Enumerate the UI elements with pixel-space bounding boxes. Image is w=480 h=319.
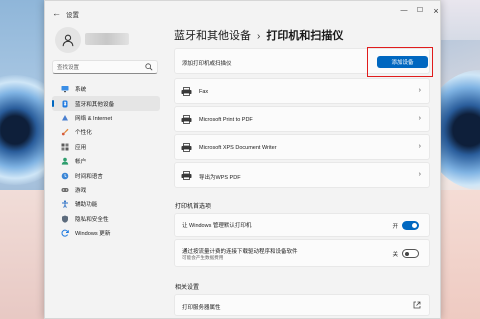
external-link-icon (413, 301, 421, 309)
sidebar-item-accessibility[interactable]: 辅助功能 (52, 197, 160, 211)
metered-download-toggle[interactable] (402, 249, 419, 258)
window-title: 设置 (66, 12, 79, 19)
printer-icon (181, 143, 192, 152)
sidebar-nav: 系统 蓝牙和其他设备 网络 & Internet 个性化 应用 帐户 时间和语言 (52, 82, 160, 240)
print-server-properties-link[interactable]: 打印服务器属性 (174, 294, 430, 316)
sidebar-item-privacy[interactable]: 隐私和安全性 (52, 212, 160, 226)
breadcrumb-parent[interactable]: 蓝牙和其他设备 (174, 30, 251, 42)
section-heading-related: 相关设置 (175, 285, 200, 291)
username-blurred (85, 33, 129, 45)
sidebar-item-label: 个性化 (75, 130, 92, 137)
monitor-icon (61, 85, 69, 93)
wifi-icon (61, 114, 69, 122)
apps-icon (61, 143, 69, 151)
chevron-right-icon: › (418, 115, 421, 122)
printer-name: Fax (199, 89, 209, 95)
metered-download-setting: 通过按流量计费的连接下载驱动程序和设备软件 可能会产生数据费用 关 (174, 239, 430, 267)
title-bar: ← 设置 — ☐ × (45, 1, 440, 25)
gamepad-icon (61, 186, 69, 194)
sidebar-item-network[interactable]: 网络 & Internet (52, 111, 160, 125)
printer-item-pdf[interactable]: Microsoft Print to PDF › (174, 106, 430, 132)
setting-label: 让 Windows 管理默认打印机 (182, 223, 252, 229)
printer-name: Microsoft Print to PDF (199, 117, 253, 123)
sidebar-item-label: 应用 (75, 144, 87, 151)
sidebar-item-label: 时间和语言 (75, 173, 103, 180)
sidebar-item-label: 系统 (75, 87, 87, 94)
bluetooth-icon (61, 100, 69, 108)
printer-name: 导出为WPS PDF (199, 175, 241, 181)
sidebar-item-label: 隐私和安全性 (75, 216, 109, 223)
printer-item-xps[interactable]: Microsoft XPS Document Writer › (174, 134, 430, 160)
sidebar-item-personalization[interactable]: 个性化 (52, 125, 160, 139)
section-heading-printer-prefs: 打印机首选项 (175, 204, 212, 210)
breadcrumb-separator: › (257, 31, 261, 42)
breadcrumb: 蓝牙和其他设备 › 打印机和扫描仪 (174, 27, 343, 43)
sidebar-item-label: Windows 更新 (75, 231, 111, 238)
default-printer-setting: 让 Windows 管理默认打印机 开 (174, 213, 430, 237)
settings-window: ← 设置 — ☐ × 系统 蓝牙和其他设备 网络 & Internet 个性化 (44, 0, 441, 319)
globe-clock-icon (61, 172, 69, 180)
toggle-state-label: 开 (392, 224, 398, 230)
sidebar-item-label: 游戏 (75, 187, 87, 194)
sidebar-item-accounts[interactable]: 帐户 (52, 154, 160, 168)
accessibility-icon (61, 200, 69, 209)
chevron-right-icon: › (418, 143, 421, 150)
printer-item-wps-pdf[interactable]: 导出为WPS PDF › (174, 162, 430, 188)
sidebar-item-label: 辅助功能 (75, 202, 98, 209)
page-title: 打印机和扫描仪 (266, 30, 344, 42)
printer-icon (181, 87, 192, 96)
person-icon (62, 34, 74, 47)
chevron-right-icon: › (418, 87, 421, 94)
shield-icon (61, 215, 69, 223)
search-icon (145, 63, 153, 71)
search-input[interactable] (57, 62, 145, 73)
setting-label: 通过按流量计费的连接下载驱动程序和设备软件 (182, 249, 298, 255)
printer-name: Microsoft XPS Document Writer (199, 145, 277, 151)
sidebar-item-system[interactable]: 系统 (52, 82, 160, 96)
setting-description: 可能会产生数据费用 (182, 255, 224, 260)
person-icon (61, 157, 69, 165)
sidebar-item-time-language[interactable]: 时间和语言 (52, 168, 160, 182)
printer-icon (181, 171, 192, 180)
avatar (55, 27, 81, 53)
sidebar-item-windows-update[interactable]: Windows 更新 (52, 226, 160, 240)
sidebar-item-bluetooth[interactable]: 蓝牙和其他设备 (52, 96, 160, 111)
sidebar-item-apps[interactable]: 应用 (52, 140, 160, 154)
sidebar-item-label: 蓝牙和其他设备 (75, 101, 115, 108)
sidebar-item-gaming[interactable]: 游戏 (52, 183, 160, 197)
chevron-right-icon: › (418, 171, 421, 178)
printer-icon (181, 115, 192, 124)
update-icon (61, 229, 69, 237)
highlight-annotation-box (367, 47, 433, 77)
default-printer-toggle[interactable] (402, 221, 419, 230)
add-printer-label: 添加打印机或扫描仪 (182, 61, 232, 67)
printer-item-fax[interactable]: Fax › (174, 78, 430, 104)
close-button[interactable]: × (427, 5, 445, 17)
toggle-state-label: 关 (392, 252, 398, 258)
back-arrow-icon[interactable]: ← (52, 8, 61, 18)
search-box[interactable] (52, 60, 158, 74)
setting-label: 打印服务器属性 (182, 305, 221, 311)
sidebar-item-label: 帐户 (75, 159, 87, 166)
sidebar-item-label: 网络 & Internet (75, 115, 112, 122)
brush-icon (61, 128, 69, 136)
